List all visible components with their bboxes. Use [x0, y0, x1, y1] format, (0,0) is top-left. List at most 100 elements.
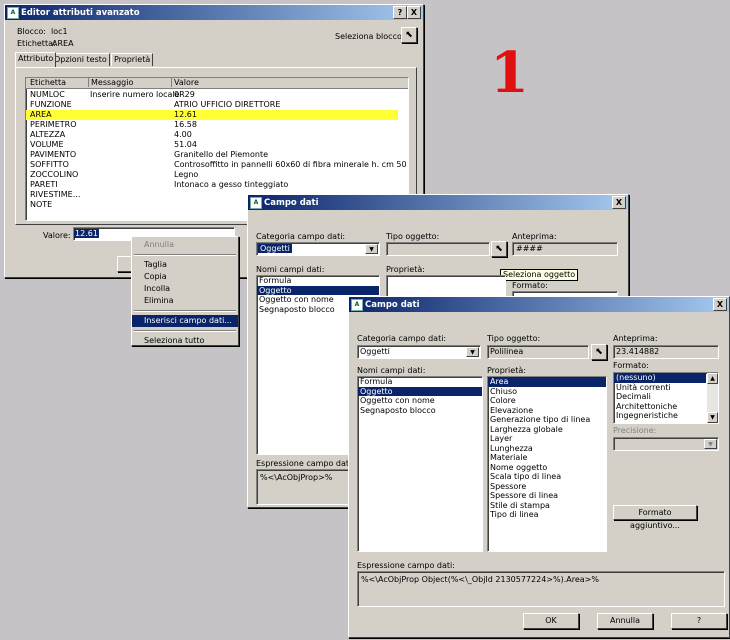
- table-row[interactable]: AREA 12.61: [26, 110, 398, 120]
- categoria-select[interactable]: Oggetti ▼: [256, 242, 380, 256]
- table-row[interactable]: ALTEZZA 4.00: [26, 130, 398, 140]
- list-item[interactable]: Layer: [488, 434, 606, 444]
- col-valore[interactable]: Valore: [171, 78, 394, 87]
- cell-etichetta: VOLUME: [30, 140, 64, 149]
- list-item[interactable]: Elevazione: [488, 406, 606, 416]
- cell-valore: Controsoffitto in pannelli 60x60 di fibr…: [174, 160, 408, 169]
- cell-valore: 4.00: [174, 130, 192, 139]
- list-item[interactable]: Unità correnti: [614, 383, 706, 393]
- table-row[interactable]: NUMLOC Inserire numero locale 0R29: [26, 90, 398, 100]
- cell-messaggio: Inserire numero locale: [90, 90, 180, 99]
- list-item[interactable]: Formula: [257, 276, 379, 286]
- list-item[interactable]: Stile di stampa: [488, 501, 606, 511]
- list-item[interactable]: Larghezza globale: [488, 425, 606, 435]
- seleziona-oggetto-button[interactable]: ⬉: [591, 344, 607, 360]
- cell-etichetta: RIVESTIME...: [30, 190, 81, 199]
- annulla-button[interactable]: Annulla: [597, 613, 653, 629]
- help-button[interactable]: ?: [671, 613, 727, 629]
- precisione-select: ▼: [613, 437, 719, 451]
- scrollbar[interactable]: ▲ ▼: [707, 373, 718, 423]
- tab-opzioni-testo[interactable]: Opzioni testo: [51, 53, 110, 66]
- ok-button[interactable]: OK: [523, 613, 579, 629]
- menu-separator: [134, 310, 236, 312]
- list-item[interactable]: Segnaposto blocco: [358, 406, 482, 416]
- chevron-down-icon[interactable]: ▼: [365, 244, 378, 254]
- help-button[interactable]: ?: [393, 6, 407, 19]
- tab-attributo[interactable]: Attributo: [15, 52, 57, 67]
- anteprima-value: ####: [516, 244, 543, 253]
- list-item[interactable]: Architettoniche: [614, 402, 706, 412]
- list-item[interactable]: Chiuso: [488, 387, 606, 397]
- list-item[interactable]: Oggetto: [257, 285, 379, 295]
- table-row[interactable]: VOLUME 51.04: [26, 140, 398, 150]
- nomi-campi-label: Nomi campi dati:: [256, 265, 325, 274]
- cell-etichetta: PERIMETRO: [30, 120, 77, 129]
- nomi-campi-list[interactable]: Formula Oggetto Oggetto con nome Segnapo…: [357, 376, 483, 552]
- titlebar[interactable]: A Editor attributi avanzato ? X: [5, 5, 423, 20]
- list-item[interactable]: Decimali: [614, 392, 706, 402]
- pick-cursor-icon: ⬉: [405, 30, 413, 40]
- table-row[interactable]: PERIMETRO 16.58: [26, 120, 398, 130]
- menu-taglia[interactable]: Taglia: [132, 259, 238, 271]
- titlebar[interactable]: A Campo dati X: [248, 195, 628, 210]
- list-item[interactable]: Materiale: [488, 453, 606, 463]
- menu-seleziona-tutto[interactable]: Seleziona tutto: [132, 335, 238, 347]
- formato-list[interactable]: (nessuno) Unità correnti Decimali Architett…: [613, 372, 719, 424]
- list-item[interactable]: Colore: [488, 396, 606, 406]
- menu-copia[interactable]: Copia: [132, 271, 238, 283]
- table-row[interactable]: PAVIMENTO Granitello del Piemonte: [26, 150, 398, 160]
- proprieta-list[interactable]: Area Chiuso Colore Elevazione Generazione ti…: [487, 376, 607, 552]
- table-row[interactable]: FUNZIONE ATRIO UFFICIO DIRETTORE: [26, 100, 398, 110]
- tooltip: Seleziona oggetto: [500, 269, 579, 281]
- tab-proprieta[interactable]: Proprietà: [111, 53, 154, 66]
- table-row[interactable]: ZOCCOLINO Legno: [26, 170, 398, 180]
- chevron-down-icon[interactable]: ▼: [466, 347, 479, 357]
- table-row[interactable]: PARETI Intonaco a gesso tinteggiato: [26, 180, 398, 190]
- table-row[interactable]: SOFFITTO Controsoffitto in pannelli 60x60…: [26, 160, 408, 170]
- list-item[interactable]: Oggetto: [358, 386, 482, 396]
- list-item[interactable]: Tipo di linea: [488, 510, 606, 520]
- proprieta-label: Proprietà:: [386, 265, 425, 274]
- step-number: 1: [490, 40, 529, 106]
- table-header: Etichetta Messaggio Valore: [26, 78, 408, 89]
- list-item[interactable]: Spessore di linea: [488, 491, 606, 501]
- cell-valore: 16.58: [174, 120, 197, 129]
- menu-incolla[interactable]: Incolla: [132, 283, 238, 295]
- close-button[interactable]: X: [612, 196, 626, 209]
- list-item[interactable]: Generazione tipo di linea: [488, 415, 606, 425]
- close-button[interactable]: X: [713, 298, 727, 311]
- window-title: Campo dati: [365, 299, 420, 310]
- list-item[interactable]: Oggetto con nome: [358, 396, 482, 406]
- list-item[interactable]: Area: [488, 377, 606, 387]
- list-item[interactable]: Nome oggetto: [488, 463, 606, 473]
- list-item[interactable]: Formula: [358, 377, 482, 387]
- scroll-down-icon[interactable]: ▼: [707, 412, 718, 423]
- scroll-up-icon[interactable]: ▲: [707, 373, 718, 384]
- menu-inserisci-campo[interactable]: Inserisci campo dati...: [132, 315, 238, 327]
- seleziona-blocco-button[interactable]: ⬉: [401, 27, 417, 43]
- col-messaggio[interactable]: Messaggio: [88, 78, 173, 87]
- col-etichetta[interactable]: Etichetta: [30, 78, 66, 87]
- titlebar[interactable]: A Campo dati X: [349, 297, 729, 312]
- list-item[interactable]: Ingegneristiche: [614, 411, 706, 421]
- menu-annulla[interactable]: Annulla: [132, 239, 238, 251]
- menu-separator: [134, 254, 236, 256]
- list-item[interactable]: Spessore: [488, 482, 606, 492]
- anteprima-field: ####: [512, 242, 618, 256]
- window-title: Campo dati: [264, 197, 319, 208]
- app-icon: A: [351, 298, 363, 311]
- cell-valore: 51.04: [174, 140, 197, 149]
- formato-label: Formato:: [512, 281, 548, 290]
- list-item[interactable]: Scala tipo di linea: [488, 472, 606, 482]
- seleziona-blocco-label: Seleziona blocco: [335, 32, 402, 41]
- categoria-select[interactable]: Oggetti ▼: [357, 345, 481, 359]
- anteprima-field: 23.414882: [613, 345, 719, 359]
- list-item[interactable]: Lunghezza: [488, 444, 606, 454]
- cell-etichetta: PAVIMENTO: [30, 150, 77, 159]
- menu-elimina[interactable]: Elimina: [132, 295, 238, 307]
- close-button[interactable]: X: [407, 6, 421, 19]
- seleziona-oggetto-button[interactable]: ⬉: [491, 241, 507, 257]
- espressione-field: %<\AcObjProp Object(%<\_ObjId 2130577224…: [357, 571, 725, 607]
- formato-aggiuntivo-button[interactable]: Formato aggiuntivo...: [613, 505, 697, 530]
- list-item[interactable]: (nessuno): [614, 373, 706, 383]
